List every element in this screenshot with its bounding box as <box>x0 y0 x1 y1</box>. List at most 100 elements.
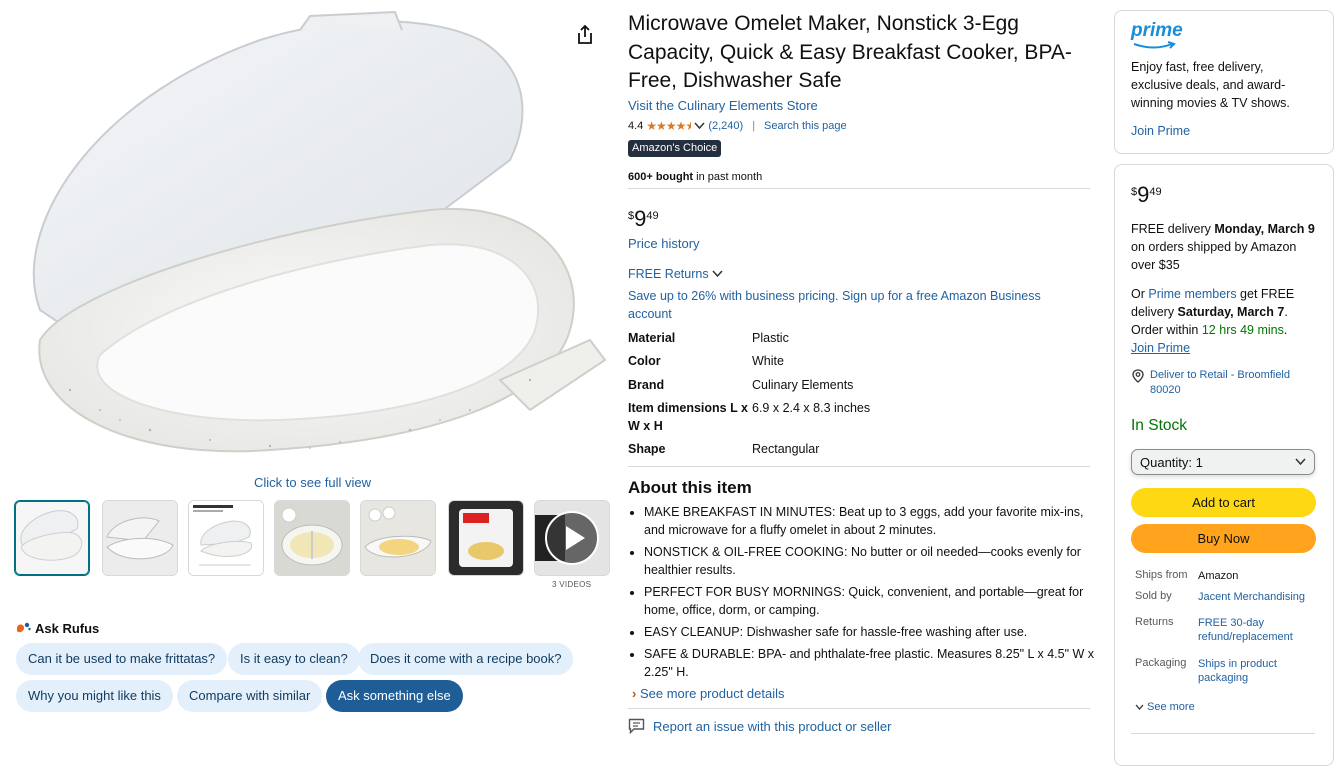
price-dollars: 9 <box>634 206 647 231</box>
deliver-to-link[interactable]: Deliver to Retail - Broomfield 80020 <box>1150 368 1310 398</box>
thumbnail-1[interactable] <box>14 500 90 576</box>
about-item-heading: About this item <box>628 478 752 497</box>
quantity-select[interactable]: Quantity: 1 <box>1131 449 1315 475</box>
store-link[interactable]: Visit the Culinary Elements Store <box>628 98 818 113</box>
rufus-chip-clean[interactable]: Is it easy to clean? <box>228 643 360 675</box>
quantity-value: Quantity: 1 <box>1140 454 1203 470</box>
bullet-item: EASY CLEANUP: Dishwasher safe for hassle… <box>644 623 1104 641</box>
thumbnail-3[interactable] <box>188 500 264 576</box>
spec-value: 6.9 x 2.4 x 8.3 inches <box>752 401 871 415</box>
spec-key: Shape <box>628 442 666 456</box>
spec-key: Material <box>628 331 676 345</box>
ask-rufus-heading: Ask Rufus <box>16 621 99 636</box>
amazons-choice-badge[interactable]: Amazon's Choice <box>628 140 722 157</box>
add-to-cart-button[interactable]: Add to cart <box>1131 488 1316 517</box>
divider <box>628 708 1090 709</box>
delivery-pre: FREE delivery <box>1131 222 1215 236</box>
thumbnail-5[interactable] <box>360 500 436 576</box>
delivery-countdown: 12 hrs 49 mins <box>1201 323 1284 337</box>
free-returns-link[interactable]: FREE Returns <box>628 267 723 281</box>
price-cents: 49 <box>646 210 659 222</box>
sold-by-label: Sold by <box>1135 590 1172 602</box>
sold-by-link[interactable]: Jacent Merchandising <box>1198 590 1318 604</box>
fast-delivery-date: Saturday, March 7 <box>1177 305 1285 319</box>
business-pricing-link[interactable]: Save up to 26% with business pricing. Si… <box>628 287 1068 323</box>
bought-count: 600+ bought in past month <box>628 171 762 183</box>
price-history-link[interactable]: Price history <box>628 236 700 251</box>
thumbnail-4[interactable] <box>274 500 350 576</box>
returns-label: Returns <box>1135 616 1174 628</box>
report-issue-label: Report an issue with this product or sel… <box>653 718 892 734</box>
see-more-link[interactable]: See more <box>1135 701 1195 713</box>
buy-now-button[interactable]: Buy Now <box>1131 524 1316 553</box>
share-icon[interactable] <box>574 24 596 46</box>
spec-value: Culinary Elements <box>752 378 854 392</box>
packaging-label: Packaging <box>1135 657 1187 669</box>
bullet-item: MAKE BREAKFAST IN MINUTES: Beat up to 3 … <box>644 503 1104 539</box>
delivery-date: Monday, March 9 <box>1214 222 1315 236</box>
prime-members-link[interactable]: Prime members <box>1148 287 1236 301</box>
reviews-count-link[interactable]: (2,240) <box>708 120 743 132</box>
rating-row: 4.4 ★★★★★ (2,240) | Search this page <box>628 119 847 133</box>
ships-from-value: Amazon <box>1198 570 1239 582</box>
rating-value: 4.4 <box>628 120 644 132</box>
bought-count-rest: in past month <box>693 171 763 183</box>
star-rating-icon[interactable]: ★★★★★ <box>646 119 691 133</box>
see-more-details-link[interactable]: › See more product details <box>632 686 785 701</box>
price-cents: 49 <box>1149 186 1162 198</box>
rufus-chip-why-like[interactable]: Why you might like this <box>16 680 173 712</box>
spec-value: Plastic <box>752 331 789 345</box>
separator: | <box>752 120 756 132</box>
rufus-chip-recipe-book[interactable]: Does it come with a recipe book? <box>358 643 574 675</box>
spec-key: Item dimensions L x W x H <box>628 401 748 433</box>
delivery-post: on orders shipped by Amazon over $35 <box>1131 240 1297 272</box>
chevron-down-icon[interactable] <box>694 122 705 130</box>
join-prime-link[interactable]: Join Prime <box>1131 341 1190 355</box>
price-dollars: 9 <box>1137 182 1150 207</box>
chevron-down-icon <box>712 270 723 278</box>
rufus-icon <box>17 622 31 633</box>
divider <box>628 466 1090 467</box>
thumbnail-6[interactable] <box>448 500 524 576</box>
main-product-image[interactable] <box>10 10 610 470</box>
chevron-down-icon <box>1135 704 1144 710</box>
join-prime-link[interactable]: Join Prime <box>1131 122 1190 140</box>
location-pin-icon <box>1132 369 1144 383</box>
fast-delivery-info: Or Prime members get FREE delivery Satur… <box>1131 285 1317 357</box>
spec-value: Rectangular <box>752 442 820 456</box>
prime-logo: prime <box>1131 20 1183 41</box>
video-thumbnail[interactable] <box>534 500 610 576</box>
bullet-item: SAFE & DURABLE: BPA- and phthalate-free … <box>644 645 1104 681</box>
divider <box>628 188 1090 189</box>
prime-description: Enjoy fast, free delivery, exclusive dea… <box>1131 60 1290 110</box>
see-more-label: See more <box>1147 701 1195 713</box>
rufus-chip-ask-else[interactable]: Ask something else <box>326 680 463 712</box>
returns-link[interactable]: FREE 30-day refund/replacement <box>1198 616 1318 644</box>
divider <box>1131 733 1315 734</box>
prime-smile-icon <box>1133 41 1176 49</box>
about-bullets: MAKE BREAKFAST IN MINUTES: Beat up to 3 … <box>628 503 1104 685</box>
ships-from-label: Ships from <box>1135 569 1188 581</box>
thumbnail-2[interactable] <box>102 500 178 576</box>
stock-status: In Stock <box>1131 417 1187 434</box>
ask-rufus-label: Ask Rufus <box>35 621 100 636</box>
rufus-chip-compare[interactable]: Compare with similar <box>177 680 323 712</box>
buy-box-price: $ 9 49 <box>1131 182 1162 208</box>
videos-count-label: 3 VIDEOS <box>552 580 592 589</box>
delivery-info: FREE delivery Monday, March 9 on orders … <box>1131 220 1317 274</box>
chevron-right-icon: › <box>632 686 637 701</box>
bought-count-bold: 600+ bought <box>628 171 694 183</box>
see-full-view-link[interactable]: Click to see full view <box>254 475 371 490</box>
spec-key: Brand <box>628 378 665 392</box>
report-issue-link[interactable]: Report an issue with this product or sel… <box>628 718 891 734</box>
bullet-item: NONSTICK & OIL-FREE COOKING: No butter o… <box>644 543 1104 579</box>
fast-delivery-or: Or <box>1131 287 1149 301</box>
chevron-down-icon <box>1295 458 1306 466</box>
bullet-item: PERFECT FOR BUSY MORNINGS: Quick, conven… <box>644 583 1104 619</box>
product-price: $ 9 49 <box>628 206 659 232</box>
period: . <box>1283 323 1288 337</box>
packaging-link[interactable]: Ships in product packaging <box>1198 657 1318 685</box>
search-page-link[interactable]: Search this page <box>764 120 847 132</box>
see-more-details-label: See more product details <box>639 686 785 701</box>
rufus-chip-frittatas[interactable]: Can it be used to make frittatas? <box>16 643 228 675</box>
